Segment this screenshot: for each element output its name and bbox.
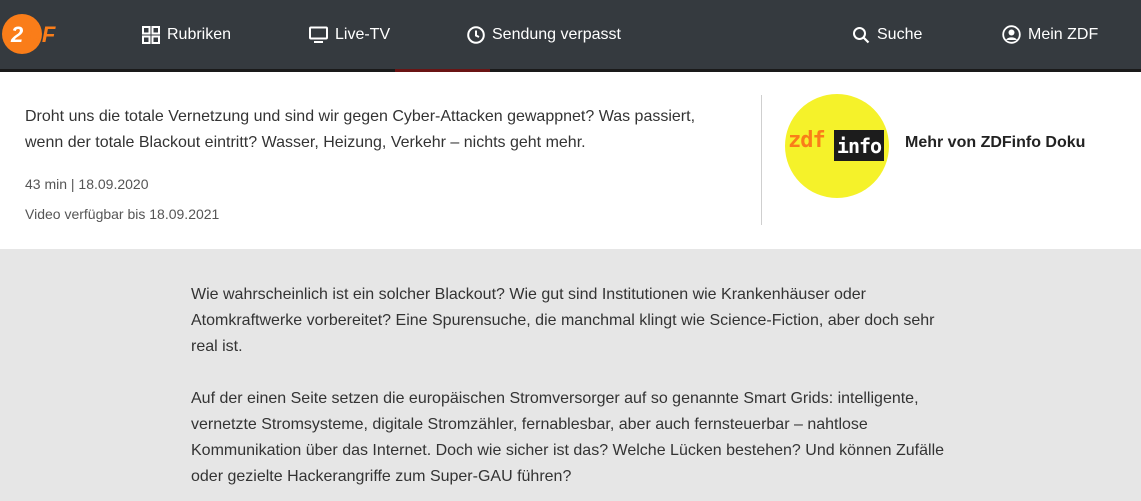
nav-rubriken[interactable]: Rubriken: [142, 0, 231, 69]
nav-suche[interactable]: Suche: [852, 0, 922, 69]
more-from-channel-link[interactable]: Mehr von ZDFinfo Doku: [905, 134, 1085, 152]
nav-live-tv-label: Live-TV: [335, 25, 391, 43]
nav-sendung-verpasst-label: Sendung verpasst: [492, 25, 621, 43]
description-paragraph-1: Wie wahrscheinlich ist ein solcher Black…: [191, 286, 935, 355]
nav-live-tv[interactable]: Live-TV: [309, 0, 390, 69]
search-icon: [852, 26, 870, 44]
svg-text:2: 2: [10, 22, 24, 47]
video-info-panel: Droht uns die totale Vernetzung und sind…: [0, 72, 1141, 249]
zdfinfo-logo-zdf: zdf: [788, 128, 826, 153]
nav-rubriken-label: Rubriken: [167, 25, 232, 43]
video-availability: Video verfügbar bis 18.09.2021: [25, 206, 220, 222]
video-description: Wie wahrscheinlich ist ein solcher Black…: [191, 282, 951, 501]
video-teaser-text: Droht uns die totale Vernetzung und sind…: [25, 108, 696, 151]
zdf-logo-icon: 2 DF: [2, 14, 56, 54]
nav-mein-zdf[interactable]: Mein ZDF: [1002, 0, 1098, 69]
nav-mein-zdf-label: Mein ZDF: [1028, 25, 1099, 43]
description-paragraph-2: Auf der einen Seite setzen die europäisc…: [191, 390, 945, 485]
user-icon: [1002, 25, 1021, 44]
video-duration-date: 43 min | 18.09.2020: [25, 176, 149, 192]
zdfinfo-logo-info: info: [834, 130, 884, 161]
grid-icon: [142, 25, 160, 44]
top-navigation-bar: 2 DF Rubriken Live-TV Sendung verpasst S…: [0, 0, 1141, 69]
clock-icon: [467, 25, 485, 44]
info-divider: [761, 95, 762, 225]
nav-suche-label: Suche: [877, 25, 923, 43]
zdfinfo-logo[interactable]: zdf info: [785, 94, 889, 198]
svg-text:DF: DF: [26, 22, 56, 47]
tv-icon: [309, 26, 328, 44]
zdf-logo[interactable]: 2 DF: [2, 14, 68, 54]
nav-sendung-verpasst[interactable]: Sendung verpasst: [467, 0, 621, 69]
